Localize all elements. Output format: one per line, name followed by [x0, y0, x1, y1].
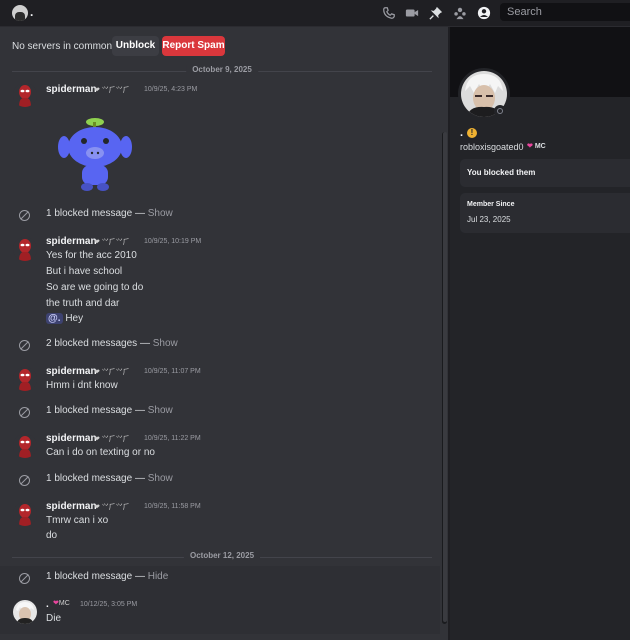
blocked-note: You blocked them — [467, 168, 536, 177]
message-text: Tmrw can i xo — [46, 515, 109, 526]
blocked-messages-row[interactable]: 1 blocked message — Show — [0, 405, 440, 421]
message-text: @. Hey — [46, 313, 84, 324]
message-text: do — [46, 530, 58, 541]
blocked-messages-row[interactable]: 1 blocked message — Show — [0, 473, 440, 489]
clan-badge-icon: ❤ ⺍⺁⺍⺁ — [94, 436, 130, 443]
profile-icon[interactable] — [476, 5, 492, 21]
timestamp: 10/12/25, 3:05 PM — [80, 601, 138, 608]
spiderman-avatar[interactable] — [13, 434, 37, 458]
username[interactable]: spiderman — [46, 501, 97, 512]
username[interactable]: spiderman — [46, 84, 97, 95]
pin-icon[interactable] — [428, 5, 444, 21]
hide-link[interactable]: Hide — [148, 571, 169, 582]
unblock-button[interactable]: Unblock — [112, 36, 159, 56]
clan-badge-icon: ❤ ⺍⺁⺍⺁ — [94, 87, 130, 94]
blocked-icon — [19, 340, 30, 351]
spiderman-avatar[interactable] — [13, 502, 37, 526]
user-avatar[interactable] — [13, 600, 37, 624]
video-icon[interactable] — [404, 5, 420, 21]
block-actions: No servers in common Unblock Report Spam — [0, 27, 448, 62]
username[interactable]: . — [46, 599, 49, 610]
spiderman-avatar[interactable] — [13, 237, 37, 261]
blocked-messages-row[interactable]: 1 blocked message — Hide — [0, 571, 440, 587]
username[interactable]: spiderman — [46, 366, 97, 377]
heart-icon: ❤ — [527, 143, 533, 150]
member-since-value: Jul 23, 2025 — [467, 215, 511, 224]
timestamp: 10/9/25, 11:22 PM — [144, 435, 201, 442]
timestamp: 10/9/25, 4:23 PM — [144, 86, 198, 93]
guild-tag: ❤ MC — [527, 143, 546, 150]
blocked-icon — [19, 573, 30, 584]
date-divider: October 9, 2025 — [12, 65, 432, 74]
add-friend-icon[interactable] — [452, 5, 468, 21]
clan-badge-icon: ❤ ⺍⺁⺍⺁ — [94, 369, 130, 376]
chat-pane: No servers in common Unblock Report Spam… — [0, 27, 448, 640]
show-link[interactable]: Show — [148, 473, 173, 484]
username[interactable]: spiderman — [46, 433, 97, 444]
search-input[interactable]: Search — [500, 3, 630, 21]
display-name: . — [460, 127, 464, 139]
panel-scrollbar[interactable] — [443, 132, 447, 622]
blocked-icon — [19, 475, 30, 486]
user-mention[interactable]: @. — [46, 313, 63, 324]
show-link[interactable]: Show — [148, 405, 173, 416]
clan-badge-icon: ❤ ⺍⺁⺍⺁ — [94, 504, 130, 511]
message-text: the truth and dar — [46, 298, 120, 309]
message-text: Can i do on texting or no — [46, 447, 155, 458]
guild-tag: ❤MC — [53, 600, 70, 607]
title-bar: . Search — [0, 0, 630, 27]
timestamp: 10/9/25, 11:07 PM — [144, 368, 201, 375]
message-text: But i have school — [46, 266, 123, 277]
spiderman-avatar[interactable] — [13, 367, 37, 391]
blocked-messages-row[interactable]: 2 blocked messages — Show — [0, 338, 440, 354]
show-link[interactable]: Show — [148, 208, 173, 219]
warning-icon[interactable]: ! — [467, 128, 477, 138]
spiderman-avatar[interactable] — [13, 83, 37, 107]
message-text: So are we going to do — [46, 282, 144, 293]
member-since-card: Member Since Jul 23, 2025 — [460, 193, 630, 233]
profile-panel: . ! robloxisgoated0 ❤ MC You blocked the… — [443, 27, 630, 640]
timestamp: 10/9/25, 10:19 PM — [144, 238, 202, 245]
clan-badge-icon: ❤ ⺍⺁⺍⺁ — [94, 239, 130, 246]
dm-name[interactable]: . — [30, 5, 33, 19]
timestamp: 10/9/25, 11:58 PM — [144, 503, 201, 510]
message-text: Hmm i dnt know — [46, 380, 118, 391]
blocked-icon — [19, 407, 30, 418]
message-text: Die — [46, 613, 62, 624]
show-link[interactable]: Show — [153, 338, 178, 349]
report-spam-button[interactable]: Report Spam — [162, 36, 225, 56]
profile-username: robloxisgoated0 — [460, 142, 524, 152]
wumpus-sticker[interactable] — [56, 117, 134, 197]
username[interactable]: spiderman — [46, 236, 97, 247]
no-servers-text: No servers in common — [12, 41, 113, 52]
dm-avatar[interactable] — [12, 5, 28, 21]
date-divider: October 12, 2025 — [12, 551, 432, 560]
message-text: Yes for the acc 2010 — [46, 250, 137, 261]
blocked-note-card: You blocked them — [460, 159, 630, 187]
blocked-messages-row[interactable]: 1 blocked message — Show — [0, 208, 440, 224]
blocked-icon — [19, 210, 30, 221]
member-since-label: Member Since — [467, 201, 515, 208]
status-offline-icon — [494, 105, 506, 117]
phone-icon[interactable] — [381, 5, 397, 21]
